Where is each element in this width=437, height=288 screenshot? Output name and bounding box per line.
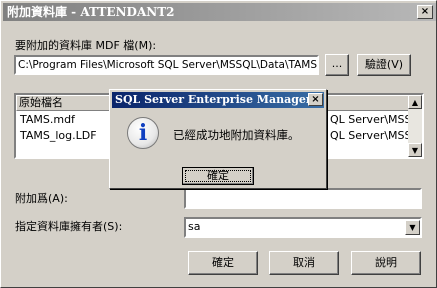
owner-label: 指定資料庫擁有者(S): — [15, 220, 123, 233]
message-text: 已經成功地附加資料庫。 — [173, 128, 300, 142]
info-icon: i — [127, 117, 159, 149]
message-box-title: SQL Server Enterprise Manager — [115, 93, 312, 106]
table-row-2-location[interactable]: QL Server\MSS — [328, 128, 412, 144]
scroll-up-icon[interactable]: ▲ — [408, 95, 422, 109]
message-box: SQL Server Enterprise Manager × i 已經成功地附… — [109, 89, 327, 189]
scroll-down-icon[interactable]: ▼ — [408, 143, 422, 157]
table-row-1-location[interactable]: QL Server\MSS — [328, 112, 412, 128]
window-title: 附加資料庫 - ATTENDANT2 — [7, 5, 175, 19]
chevron-down-icon[interactable]: ▼ — [405, 220, 420, 235]
ok-button[interactable]: 確定 — [188, 251, 258, 275]
help-button[interactable]: 說明 — [351, 251, 421, 275]
message-box-ok-button[interactable]: 確定 — [182, 167, 254, 185]
close-icon: × — [420, 6, 430, 17]
mdf-file-label: 要附加的資料庫 MDF 檔(M): — [15, 39, 157, 52]
attach-as-input[interactable] — [184, 188, 422, 209]
table-scrollbar[interactable]: ▲ ▼ — [408, 95, 422, 157]
window-titlebar[interactable]: 附加資料庫 - ATTENDANT2 — [3, 3, 436, 21]
message-box-close-button[interactable]: × — [308, 93, 323, 106]
owner-select[interactable]: sa ▼ — [184, 217, 422, 238]
browse-button[interactable]: ... — [325, 54, 349, 76]
mdf-file-input[interactable]: C:\Program Files\Microsoft SQL Server\MS… — [14, 55, 319, 75]
message-box-titlebar[interactable]: SQL Server Enterprise Manager — [112, 92, 324, 108]
close-icon: × — [311, 94, 320, 105]
cancel-button[interactable]: 取消 — [269, 251, 339, 275]
verify-button[interactable]: 驗證(V) — [357, 54, 411, 76]
window-close-button[interactable]: × — [417, 5, 433, 19]
attach-as-label: 附加爲(A): — [15, 192, 68, 205]
owner-selected-value: sa — [188, 220, 201, 233]
